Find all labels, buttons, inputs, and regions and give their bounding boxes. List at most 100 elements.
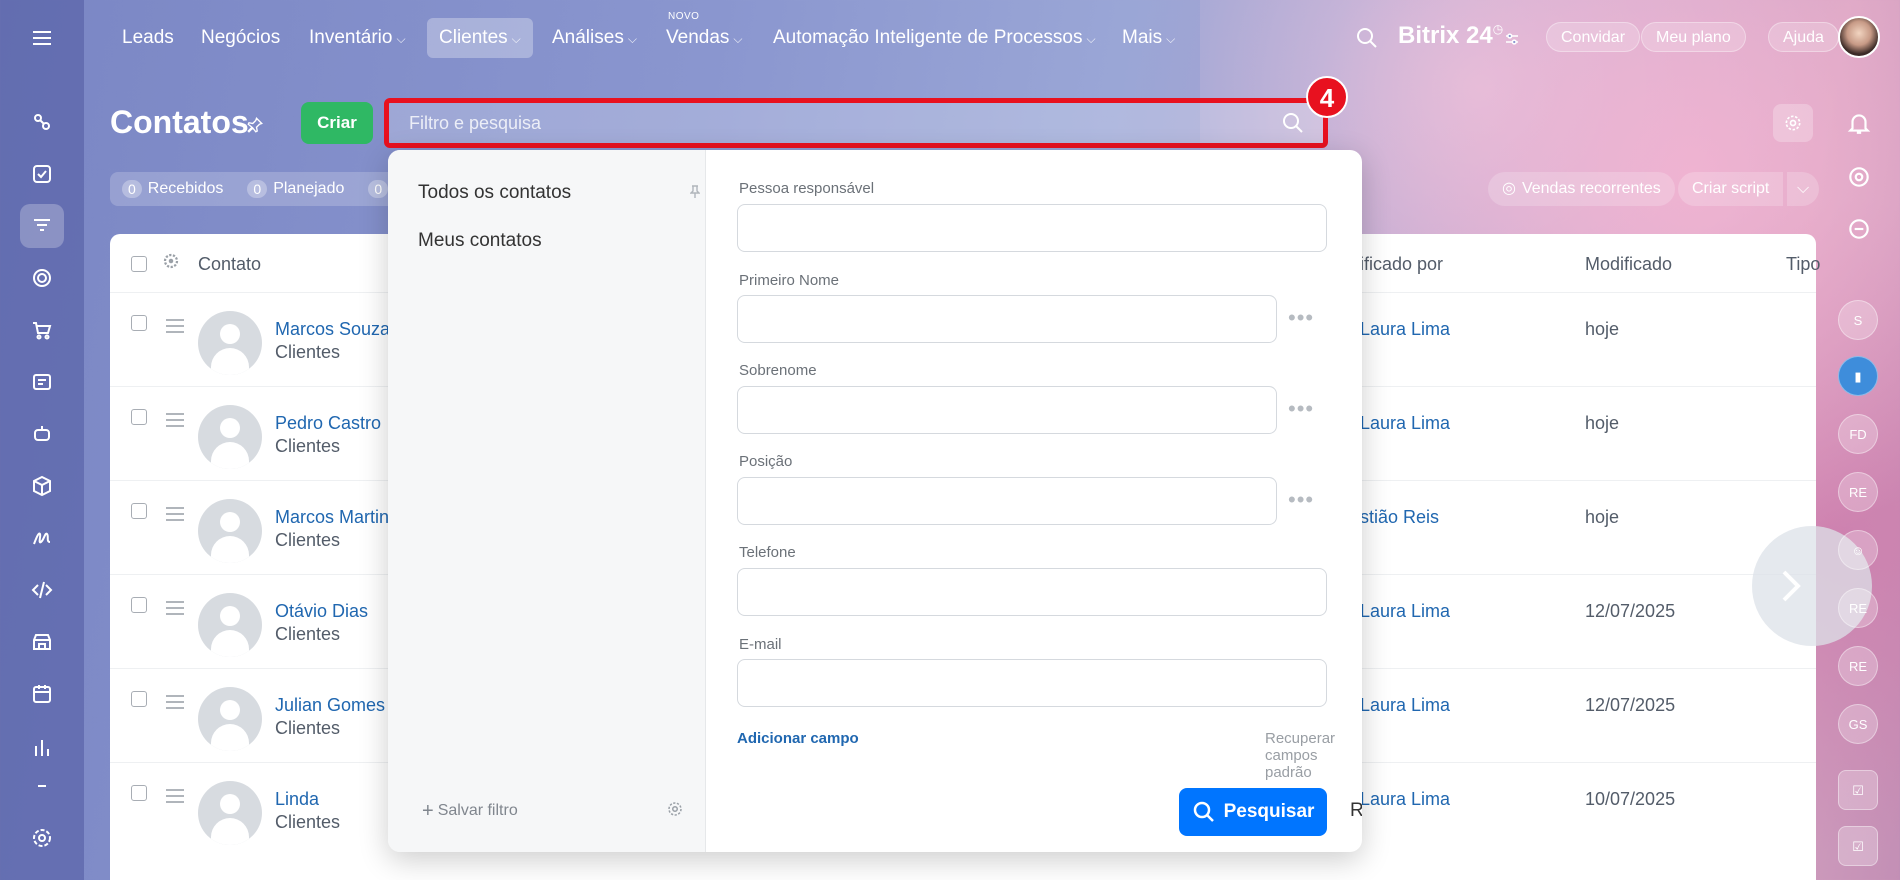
sales-funnel-icon[interactable] (20, 100, 64, 144)
bookmark-icon[interactable]: ▮ (1838, 356, 1878, 396)
row-checkbox[interactable] (131, 597, 147, 613)
sliders-icon[interactable] (1503, 30, 1521, 48)
preset-all-contacts[interactable]: Todos os contatos (418, 182, 571, 204)
drag-handle-icon[interactable] (166, 789, 184, 807)
cart-icon[interactable] (20, 308, 64, 352)
contact-avatar-fd[interactable]: FD (1838, 414, 1878, 454)
create-button[interactable]: Criar (301, 102, 373, 144)
column-header-modified-by[interactable]: ificado por (1360, 254, 1443, 275)
phone-field[interactable] (737, 568, 1327, 616)
chat-icon[interactable] (1846, 216, 1872, 242)
row-checkbox[interactable] (131, 691, 147, 707)
modified-by-link[interactable]: Laura Lima (1360, 601, 1450, 622)
contact-avatar-re[interactable]: RE (1838, 472, 1878, 512)
nav-analytics[interactable]: Análises ⌵ (540, 18, 649, 58)
column-header-modified[interactable]: Modificado (1585, 254, 1672, 275)
search-icon[interactable] (1281, 111, 1305, 135)
row-checkbox[interactable] (131, 315, 147, 331)
contact-avatar-re-3[interactable]: RE (1838, 646, 1878, 686)
tasks-icon[interactable] (20, 152, 64, 196)
contact-name-link[interactable]: Marcos Martin (275, 507, 389, 528)
more-options-icon[interactable]: ••• (1288, 396, 1314, 422)
calendar-icon[interactable] (20, 672, 64, 716)
nav-more[interactable]: Mais ⌵ (1110, 18, 1187, 58)
documents-icon[interactable] (20, 360, 64, 404)
nav-inventory[interactable]: Inventário ⌵ (297, 18, 418, 58)
row-checkbox[interactable] (131, 409, 147, 425)
settings-icon[interactable] (20, 816, 64, 860)
nav-automation[interactable]: Automação Inteligente de Processos ⌵ (761, 18, 1108, 58)
nav-sales[interactable]: Vendas ⌵ (654, 18, 755, 58)
more-options-icon[interactable]: ••• (1288, 305, 1314, 331)
modified-by-link[interactable]: Laura Lima (1360, 319, 1450, 340)
store-icon[interactable] (20, 620, 64, 664)
gear-icon[interactable] (162, 252, 180, 270)
robot-icon[interactable] (20, 412, 64, 456)
target-icon[interactable] (20, 256, 64, 300)
bell-icon[interactable] (1846, 110, 1872, 136)
add-field-link[interactable]: Adicionar campo (737, 730, 859, 747)
contact-name-link[interactable]: Otávio Dias (275, 601, 368, 622)
contact-name-link[interactable]: Julian Gomes (275, 695, 385, 716)
drag-handle-icon[interactable] (166, 319, 184, 337)
drag-handle-icon[interactable] (166, 507, 184, 525)
more-options-icon[interactable]: ••• (1288, 487, 1314, 513)
invite-button[interactable]: Convidar (1546, 22, 1641, 52)
search-icon[interactable] (1355, 26, 1379, 50)
select-all-checkbox[interactable] (131, 256, 147, 272)
contact-avatar-s[interactable]: S (1838, 300, 1878, 340)
modified-by-link[interactable]: Laura Lima (1360, 789, 1450, 810)
reset-button[interactable]: Redefinir (1350, 800, 1362, 822)
search-button[interactable]: Pesquisar (1179, 788, 1327, 836)
email-field[interactable] (737, 659, 1327, 707)
pin-icon[interactable] (690, 185, 700, 199)
last-name-field[interactable] (737, 386, 1277, 434)
copilot-icon[interactable] (1846, 164, 1872, 190)
create-script-dropdown[interactable]: ⌵ (1787, 172, 1820, 206)
nav-leads[interactable]: Leads (110, 18, 186, 58)
create-script-button[interactable]: Criar script (1678, 172, 1784, 206)
contact-avatar-bot[interactable]: ☺ (1838, 530, 1878, 570)
row-checkbox[interactable] (131, 785, 147, 801)
checkbox-icon[interactable]: ☑ (1838, 826, 1878, 866)
drag-handle-icon[interactable] (166, 695, 184, 713)
contact-name-link[interactable]: Linda (275, 789, 319, 810)
restore-default-fields-link[interactable]: Recuperar campos padrão (1265, 730, 1362, 781)
drag-handle-icon[interactable] (166, 601, 184, 619)
counter-received[interactable]: 0 Recebidos (110, 172, 235, 206)
contact-name-link[interactable]: Marcos Souza (275, 319, 390, 340)
list-settings-button[interactable] (1773, 104, 1813, 142)
menu-icon[interactable] (20, 16, 64, 60)
counter-planned[interactable]: 0 Planejado (235, 172, 356, 206)
user-avatar[interactable] (1838, 16, 1880, 58)
position-field[interactable] (737, 477, 1277, 525)
save-filter-button[interactable]: + Salvar filtro (422, 800, 518, 823)
column-header-type[interactable]: Tipo (1786, 254, 1820, 275)
filter-search-input[interactable] (389, 103, 1323, 143)
contact-avatar-re-2[interactable]: RE (1838, 588, 1878, 628)
drag-handle-icon[interactable] (166, 413, 184, 431)
my-plan-button[interactable]: Meu plano (1641, 22, 1746, 52)
help-button[interactable]: Ajuda (1768, 22, 1839, 52)
preset-my-contacts[interactable]: Meus contatos (418, 230, 542, 252)
contact-avatar-gs[interactable]: GS (1838, 704, 1878, 744)
pin-icon[interactable] (246, 116, 264, 134)
responsible-field[interactable] (737, 204, 1327, 252)
code-icon[interactable] (20, 568, 64, 612)
crm-icon[interactable] (20, 204, 64, 248)
row-checkbox[interactable] (131, 503, 147, 519)
column-header-contact[interactable]: Contato (198, 254, 261, 275)
checkbox-icon[interactable]: ☑ (1838, 770, 1878, 810)
nav-clients[interactable]: Clientes ⌵ (427, 18, 533, 58)
modified-by-link[interactable]: Laura Lima (1360, 695, 1450, 716)
box-icon[interactable] (20, 464, 64, 508)
modified-by-link[interactable]: stião Reis (1360, 507, 1439, 528)
nav-deals[interactable]: Negócios (189, 18, 292, 58)
gear-icon[interactable] (666, 800, 684, 818)
contact-name-link[interactable]: Pedro Castro (275, 413, 381, 434)
modified-by-link[interactable]: Laura Lima (1360, 413, 1450, 434)
recurring-sales-button[interactable]: ◎ Vendas recorrentes (1488, 172, 1675, 206)
analytics-icon[interactable] (20, 726, 64, 770)
first-name-field[interactable] (737, 295, 1277, 343)
signature-icon[interactable] (20, 516, 64, 560)
